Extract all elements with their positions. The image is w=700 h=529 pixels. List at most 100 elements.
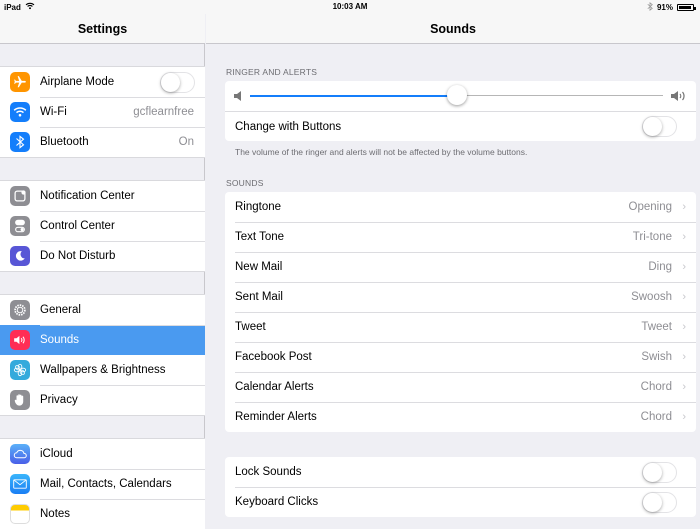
toggle-knob <box>161 72 180 92</box>
battery-percent: 91% <box>656 3 673 12</box>
notes-icon <box>10 504 30 524</box>
sidebar-item-label: Control Center <box>40 220 115 232</box>
volume-high-icon <box>670 89 686 107</box>
lock-sounds-toggle[interactable] <box>642 461 677 483</box>
airplane-mode-toggle[interactable] <box>160 71 195 93</box>
page-title: Sounds <box>430 22 476 36</box>
chevron-right-icon: › <box>682 261 686 273</box>
ringer-section-header: RINGER AND ALERTS <box>226 67 318 77</box>
row-label: Keyboard Clicks <box>235 496 319 508</box>
toggle-knob <box>643 462 662 482</box>
ringer-volume-slider[interactable] <box>250 85 663 105</box>
slider-thumb[interactable] <box>446 85 467 105</box>
cloud-icon <box>10 444 30 464</box>
sidebar-item-label: Wi-Fi <box>40 106 67 118</box>
row-value: Chord <box>640 381 672 393</box>
row-label: Calendar Alerts <box>235 381 314 393</box>
sidebar-group-accounts: iCloud Mail, Contacts, Calendars Notes <box>0 438 205 529</box>
row-value: Ding <box>648 261 672 273</box>
sidebar-item-wallpapers-brightness[interactable]: Wallpapers & Brightness <box>0 355 205 385</box>
sidebar-item-bluetooth[interactable]: Bluetooth On <box>0 127 205 157</box>
sidebar-item-sounds[interactable]: Sounds <box>0 325 205 355</box>
sidebar-item-label: Sounds <box>40 334 80 346</box>
sidebar-item-label: Do Not Disturb <box>40 250 116 262</box>
row-label: New Mail <box>235 261 283 273</box>
slider-fill <box>250 94 457 97</box>
chevron-right-icon: › <box>682 291 686 303</box>
row-label: Reminder Alerts <box>235 411 317 423</box>
toggle-knob <box>643 492 662 512</box>
hand-icon <box>10 390 30 410</box>
sidebar-item-control-center[interactable]: Control Center <box>0 211 205 241</box>
sidebar-item-label: Airplane Mode <box>40 76 115 88</box>
sidebar-item-wifi[interactable]: Wi-Fi gcflearnfree <box>0 97 205 127</box>
row-label: Tweet <box>235 321 266 333</box>
row-label: Lock Sounds <box>235 466 302 478</box>
sidebar-item-general[interactable]: General <box>0 295 205 325</box>
mail-icon <box>10 474 30 494</box>
bluetooth-status-icon <box>647 2 653 13</box>
row-value: Chord <box>640 411 672 423</box>
row-label: Sent Mail <box>235 291 283 303</box>
sound-row-ringtone[interactable]: Ringtone Opening › <box>225 192 696 222</box>
control-center-icon <box>10 216 30 236</box>
ringer-footer-note: The volume of the ringer and alerts will… <box>235 147 528 157</box>
sound-row-facebook-post[interactable]: Facebook Post Swish › <box>225 342 696 372</box>
sounds-section-header: SOUNDS <box>226 178 264 188</box>
sound-row-calendar-alerts[interactable]: Calendar Alerts Chord › <box>225 372 696 402</box>
airplane-icon <box>10 72 30 92</box>
sidebar-item-notification-center[interactable]: Notification Center <box>0 181 205 211</box>
keyboard-clicks-row: Keyboard Clicks <box>225 487 696 517</box>
battery-icon <box>677 4 696 11</box>
bluetooth-value: On <box>178 136 194 148</box>
sound-row-text-tone[interactable]: Text Tone Tri-tone › <box>225 222 696 252</box>
chevron-right-icon: › <box>682 381 686 393</box>
chevron-right-icon: › <box>682 411 686 423</box>
row-value: Tweet <box>641 321 672 333</box>
sidebar-item-label: General <box>40 304 81 316</box>
status-bar: iPad 10:03 AM 91% <box>0 0 700 14</box>
chevron-right-icon: › <box>682 231 686 243</box>
sidebar-item-label: iCloud <box>40 448 73 460</box>
sidebar-item-label: Bluetooth <box>40 136 89 148</box>
sidebar-item-airplane-mode[interactable]: Airplane Mode <box>0 67 205 97</box>
sidebar-item-label: Notification Center <box>40 190 135 202</box>
change-with-buttons-row: Change with Buttons <box>225 111 696 141</box>
system-sounds-card: Lock Sounds Keyboard Clicks <box>225 457 696 517</box>
wifi-icon <box>10 102 30 122</box>
keyboard-clicks-toggle[interactable] <box>642 491 677 513</box>
row-label: Facebook Post <box>235 351 312 363</box>
moon-icon <box>10 246 30 266</box>
ringer-card: Change with Buttons <box>225 81 696 141</box>
ringer-volume-row <box>225 81 696 111</box>
sidebar-title: Settings <box>77 22 128 36</box>
row-value: Opening <box>628 201 672 213</box>
battery-fill <box>679 6 691 9</box>
notification-center-icon <box>10 186 30 206</box>
lock-sounds-row: Lock Sounds <box>225 457 696 487</box>
flower-icon <box>10 360 30 380</box>
sound-row-tweet[interactable]: Tweet Tweet › <box>225 312 696 342</box>
sidebar-item-mail-contacts-calendars[interactable]: Mail, Contacts, Calendars <box>0 469 205 499</box>
row-value: Swish <box>641 351 672 363</box>
row-label: Ringtone <box>235 201 282 213</box>
sidebar-item-label: Wallpapers & Brightness <box>40 364 166 376</box>
sound-row-reminder-alerts[interactable]: Reminder Alerts Chord › <box>225 402 696 432</box>
row-value: Tri-tone <box>632 231 672 243</box>
bluetooth-icon <box>10 132 30 152</box>
sidebar-item-label: Privacy <box>40 394 78 406</box>
sidebar-item-icloud[interactable]: iCloud <box>0 439 205 469</box>
sidebar-item-privacy[interactable]: Privacy <box>0 385 205 415</box>
status-time: 10:03 AM <box>332 2 368 11</box>
sounds-card: Ringtone Opening › Text Tone Tri-tone › New … <box>225 192 696 432</box>
sound-row-sent-mail[interactable]: Sent Mail Swoosh › <box>225 282 696 312</box>
change-with-buttons-toggle[interactable] <box>642 116 677 137</box>
chevron-right-icon: › <box>682 201 686 213</box>
sidebar-item-do-not-disturb[interactable]: Do Not Disturb <box>0 241 205 271</box>
sound-row-new-mail[interactable]: New Mail Ding › <box>225 252 696 282</box>
change-with-buttons-label: Change with Buttons <box>235 120 342 133</box>
settings-sidebar: Settings Airplane Mode Wi-Fi gcflearnfre… <box>0 0 205 529</box>
sidebar-group-device: General Sounds Wallpapers & Brightness P… <box>0 294 205 416</box>
sidebar-item-label: Mail, Contacts, Calendars <box>40 478 172 490</box>
toggle-knob <box>643 117 662 136</box>
